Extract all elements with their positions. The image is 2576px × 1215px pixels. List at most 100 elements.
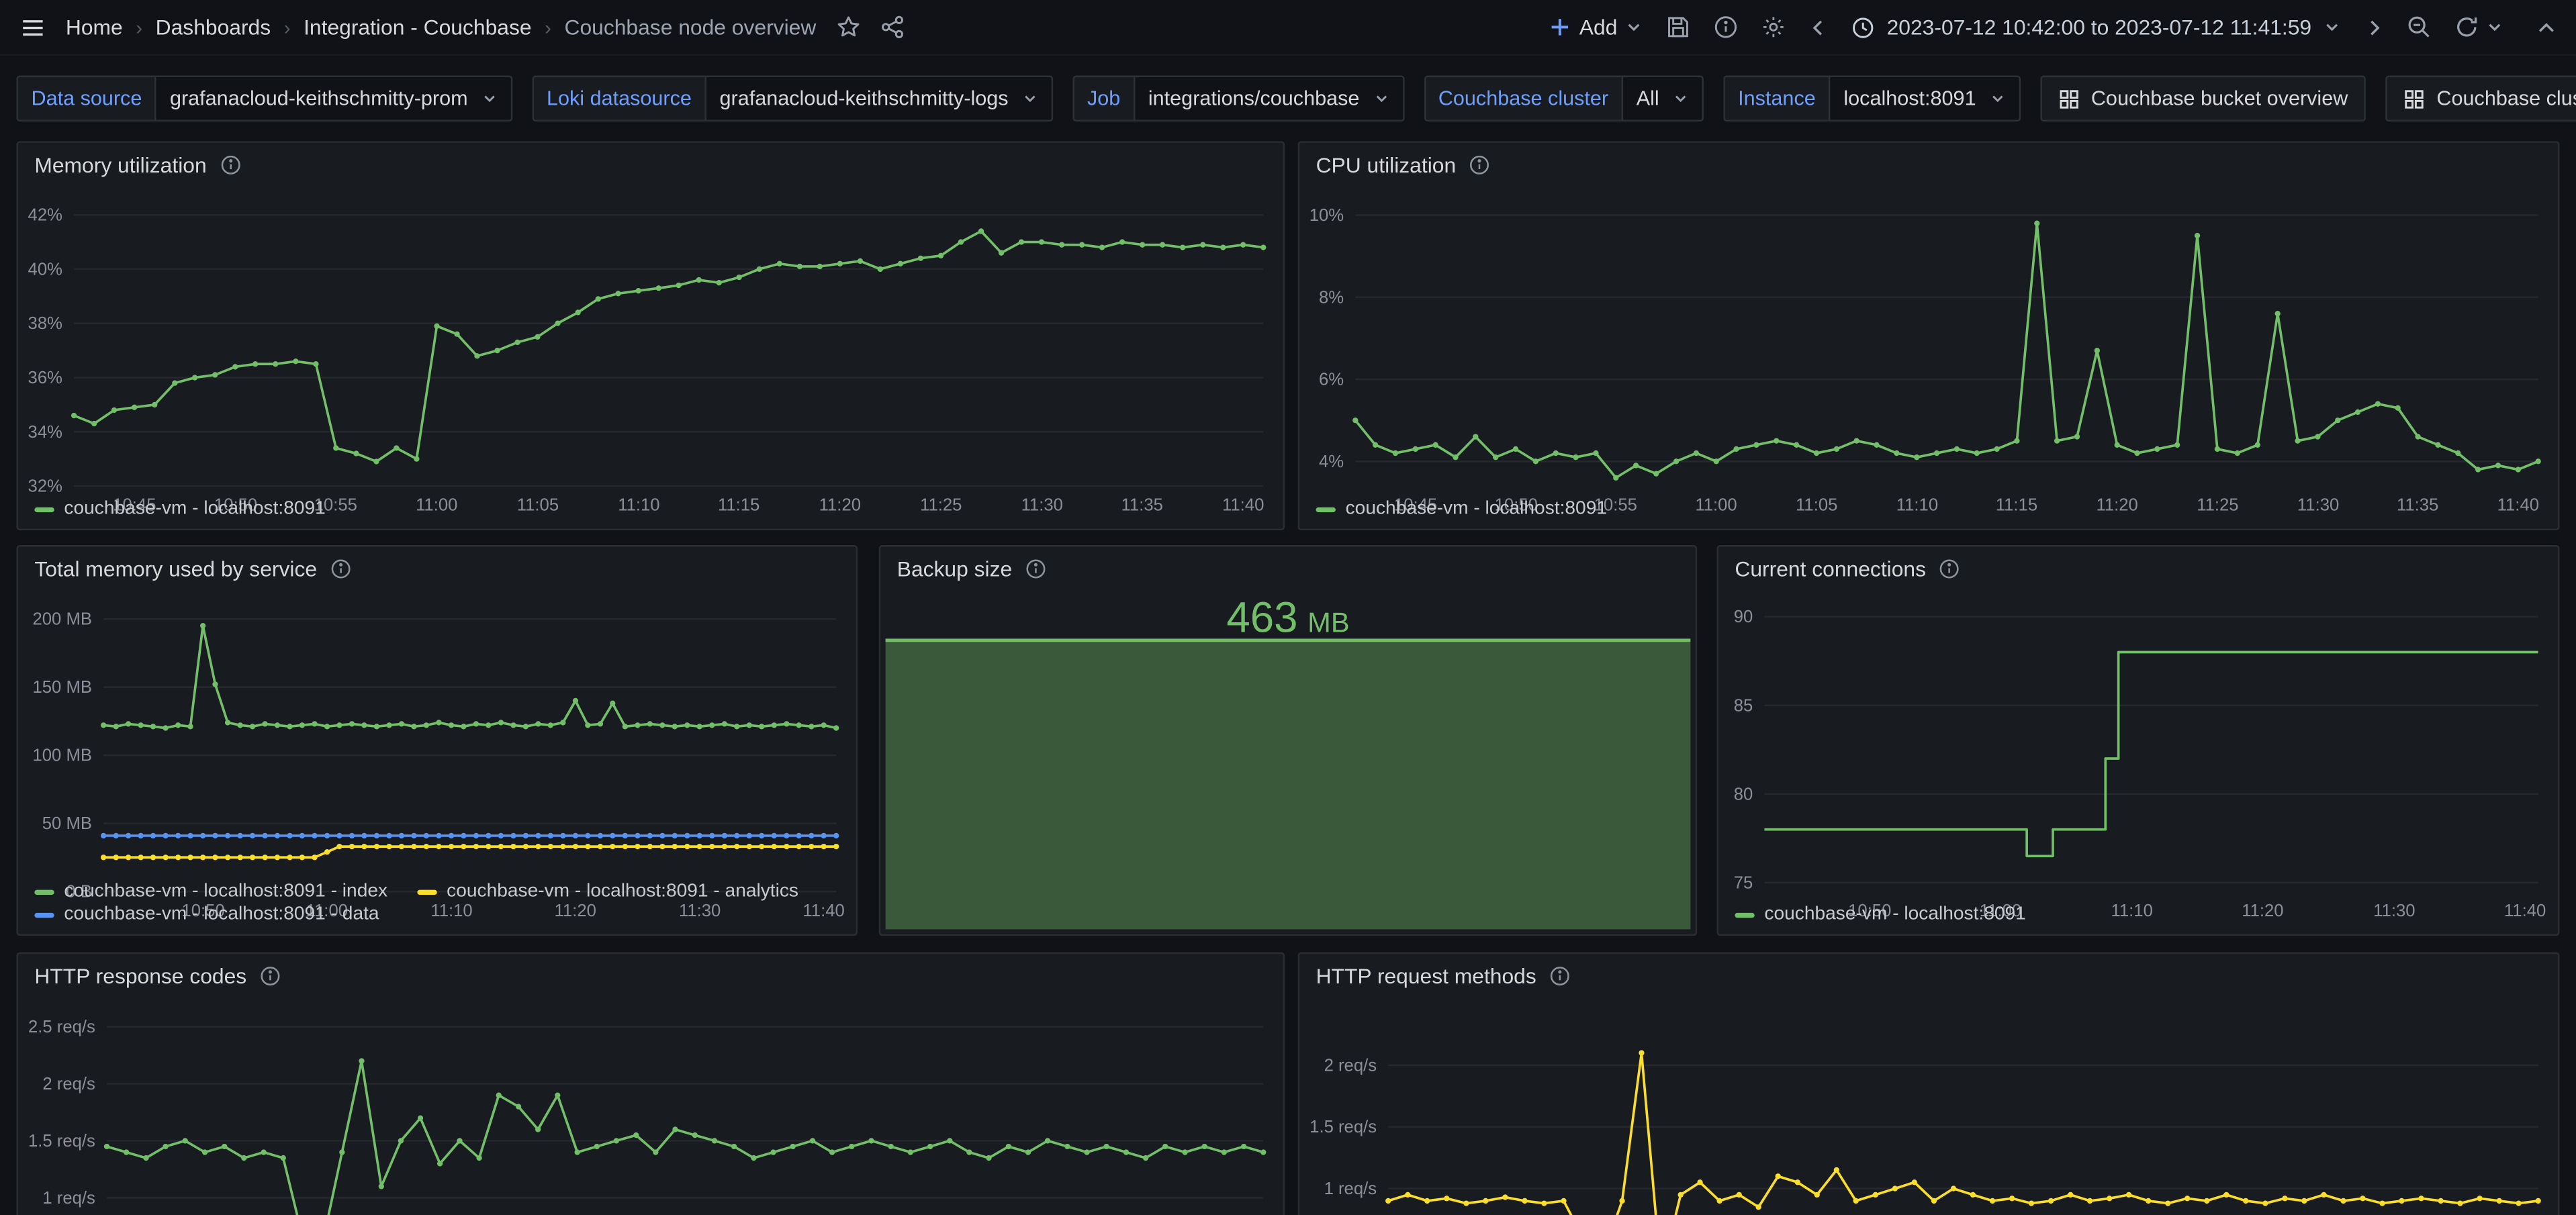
legend-item[interactable]: couchbase-vm - localhost:8091: [1735, 905, 2025, 924]
panel-current-connections: Current connections 7580859010:5011:0011…: [1716, 545, 2559, 936]
save-dashboard-button[interactable]: [1667, 15, 1692, 40]
panel-title: CPU utilization: [1316, 152, 1457, 177]
panel-title: HTTP response codes: [34, 963, 246, 988]
instance-select[interactable]: localhost:8091: [1829, 76, 2020, 122]
time-shift-forward-button[interactable]: [2364, 17, 2383, 37]
refresh-interval-button[interactable]: [2485, 18, 2503, 36]
current-connections-chart[interactable]: 7580859010:5011:0011:1011:2011:3011:40: [1718, 589, 2558, 905]
svg-text:4%: 4%: [1319, 452, 1344, 471]
datasource-select[interactable]: grafanacloud-keithschmitty-prom: [155, 76, 512, 122]
loki-datasource-value: grafanacloud-keithschmitty-logs: [720, 87, 1009, 110]
top-nav: Home › Dashboards › Integration - Couchb…: [0, 0, 2576, 56]
cluster-overview-link[interactable]: Couchbase cluster overview: [2386, 76, 2576, 122]
panel-header[interactable]: Memory utilization: [18, 143, 1283, 186]
svg-text:150 MB: 150 MB: [33, 678, 92, 697]
panel-header[interactable]: HTTP response codes: [18, 954, 1283, 997]
panel-header[interactable]: HTTP request methods: [1299, 954, 2558, 997]
legend-item[interactable]: couchbase-vm - localhost:8091 - data: [34, 905, 379, 924]
caret-down-icon: [2323, 18, 2341, 36]
hamburger-menu-button[interactable]: [19, 14, 46, 40]
caret-down-icon: [1373, 91, 1389, 107]
http-response-codes-chart[interactable]: 1 req/s1.5 req/s2 req/s2.5 req/s10:4510:…: [18, 997, 1283, 1215]
panel-title: Current connections: [1735, 556, 1926, 581]
legend: couchbase-vm - localhost:8091: [1718, 905, 2558, 934]
time-shift-back-button[interactable]: [1810, 17, 1829, 37]
svg-text:200 MB: 200 MB: [33, 610, 92, 629]
info-icon[interactable]: [1549, 965, 1571, 986]
instance-label: Instance: [1723, 76, 1829, 122]
grid-icon: [2058, 88, 2080, 109]
total-memory-by-service-chart[interactable]: 0 B50 MB100 MB150 MB200 MB10:5011:0011:1…: [18, 589, 856, 881]
svg-text:1 req/s: 1 req/s: [1324, 1179, 1377, 1198]
legend-marker: [1735, 912, 1754, 917]
http-request-methods-chart[interactable]: 0.5 req/s1 req/s1.5 req/s2 req/s10:4510:…: [1299, 997, 2558, 1215]
info-icon[interactable]: [260, 965, 281, 986]
caret-down-icon: [1989, 91, 2005, 107]
panel-cpu-utilization: CPU utilization 4%6%8%10%10:4510:5010:55…: [1298, 141, 2560, 530]
memory-utilization-chart[interactable]: 32%34%36%38%40%42%10:4510:5010:5511:0011…: [18, 185, 1283, 499]
couchbase-cluster-value: All: [1637, 87, 1659, 110]
bucket-overview-link[interactable]: Couchbase bucket overview: [2040, 76, 2366, 122]
info-icon[interactable]: [1025, 557, 1047, 579]
refresh-button[interactable]: [2454, 15, 2479, 40]
stat-sparkline-fill: [886, 638, 1691, 929]
breadcrumb-separator: ›: [284, 15, 291, 38]
info-icon[interactable]: [1939, 557, 1961, 579]
cpu-utilization-chart[interactable]: 4%6%8%10%10:4510:5010:5511:0011:0511:101…: [1299, 185, 2558, 499]
svg-text:32%: 32%: [28, 477, 62, 496]
breadcrumb-home[interactable]: Home: [66, 15, 123, 40]
svg-text:34%: 34%: [28, 423, 62, 442]
legend-item[interactable]: couchbase-vm - localhost:8091 - analytic…: [417, 881, 798, 901]
refresh-icon: [2454, 15, 2479, 40]
info-icon[interactable]: [330, 557, 352, 579]
loki-datasource-variable: Loki datasource grafanacloud-keithschmit…: [532, 76, 1053, 122]
collapse-toolbar-button[interactable]: [2536, 17, 2556, 37]
svg-text:10%: 10%: [1309, 206, 1344, 225]
legend-label: couchbase-vm - localhost:8091: [1764, 905, 2025, 924]
info-icon[interactable]: [220, 154, 241, 175]
zoom-out-time-button[interactable]: [2407, 15, 2432, 40]
breadcrumb-dashboards[interactable]: Dashboards: [156, 15, 271, 40]
panel-header[interactable]: Total memory used by service: [18, 546, 856, 589]
grid-icon: [2404, 88, 2426, 109]
dashboard-settings-button[interactable]: [1762, 15, 1787, 40]
stat-unit: MB: [1307, 608, 1349, 640]
svg-text:75: 75: [1734, 873, 1753, 892]
breadcrumb-dashboard-name[interactable]: Integration - Couchbase: [304, 15, 531, 40]
couchbase-cluster-select[interactable]: All: [1622, 76, 1704, 122]
info-circle-icon: [1714, 15, 1739, 40]
legend-label: couchbase-vm - localhost:8091: [1346, 499, 1607, 519]
caret-down-icon: [481, 91, 497, 107]
job-select[interactable]: integrations/couchbase: [1134, 76, 1404, 122]
backup-size-stat[interactable]: 463 MB: [880, 589, 1695, 934]
breadcrumb-current-page: Couchbase node overview: [564, 15, 816, 40]
panel-header[interactable]: Backup size: [880, 546, 1695, 589]
svg-text:1.5 req/s: 1.5 req/s: [28, 1132, 95, 1151]
panel-header[interactable]: Current connections: [1718, 546, 2558, 589]
nav-actions: Add 2023-07-12 10:42:00 to 2023-07-12 11…: [1550, 15, 2557, 40]
legend-marker: [34, 507, 54, 512]
job-value: integrations/couchbase: [1148, 87, 1360, 110]
add-button[interactable]: Add: [1550, 15, 1644, 40]
legend-item[interactable]: couchbase-vm - localhost:8091 - index: [34, 881, 387, 901]
legend-item[interactable]: couchbase-vm - localhost:8091: [34, 499, 325, 519]
svg-text:50 MB: 50 MB: [42, 814, 92, 833]
legend-label: couchbase-vm - localhost:8091 - data: [64, 905, 379, 924]
couchbase-cluster-label: Couchbase cluster: [1424, 76, 1622, 122]
instance-value: localhost:8091: [1843, 87, 1976, 110]
info-icon[interactable]: [1469, 154, 1491, 175]
time-range-picker[interactable]: 2023-07-12 10:42:00 to 2023-07-12 11:41:…: [1852, 15, 2341, 40]
panel-header[interactable]: CPU utilization: [1299, 143, 2558, 186]
svg-text:2.5 req/s: 2.5 req/s: [28, 1018, 95, 1036]
panel-title: Backup size: [897, 556, 1012, 581]
legend-item[interactable]: couchbase-vm - localhost:8091: [1316, 499, 1607, 519]
job-label: Job: [1072, 76, 1134, 122]
loki-datasource-select[interactable]: grafanacloud-keithschmitty-logs: [705, 76, 1053, 122]
grafana-dashboard: Home › Dashboards › Integration - Couchb…: [0, 0, 2576, 1215]
couchbase-cluster-variable: Couchbase cluster All: [1424, 76, 1704, 122]
legend-label: couchbase-vm - localhost:8091 - analytic…: [447, 881, 798, 901]
caret-down-icon: [1626, 18, 1644, 36]
share-button[interactable]: [880, 15, 905, 40]
favorite-star-button[interactable]: [836, 15, 861, 40]
dashboard-insights-button[interactable]: [1714, 15, 1739, 40]
